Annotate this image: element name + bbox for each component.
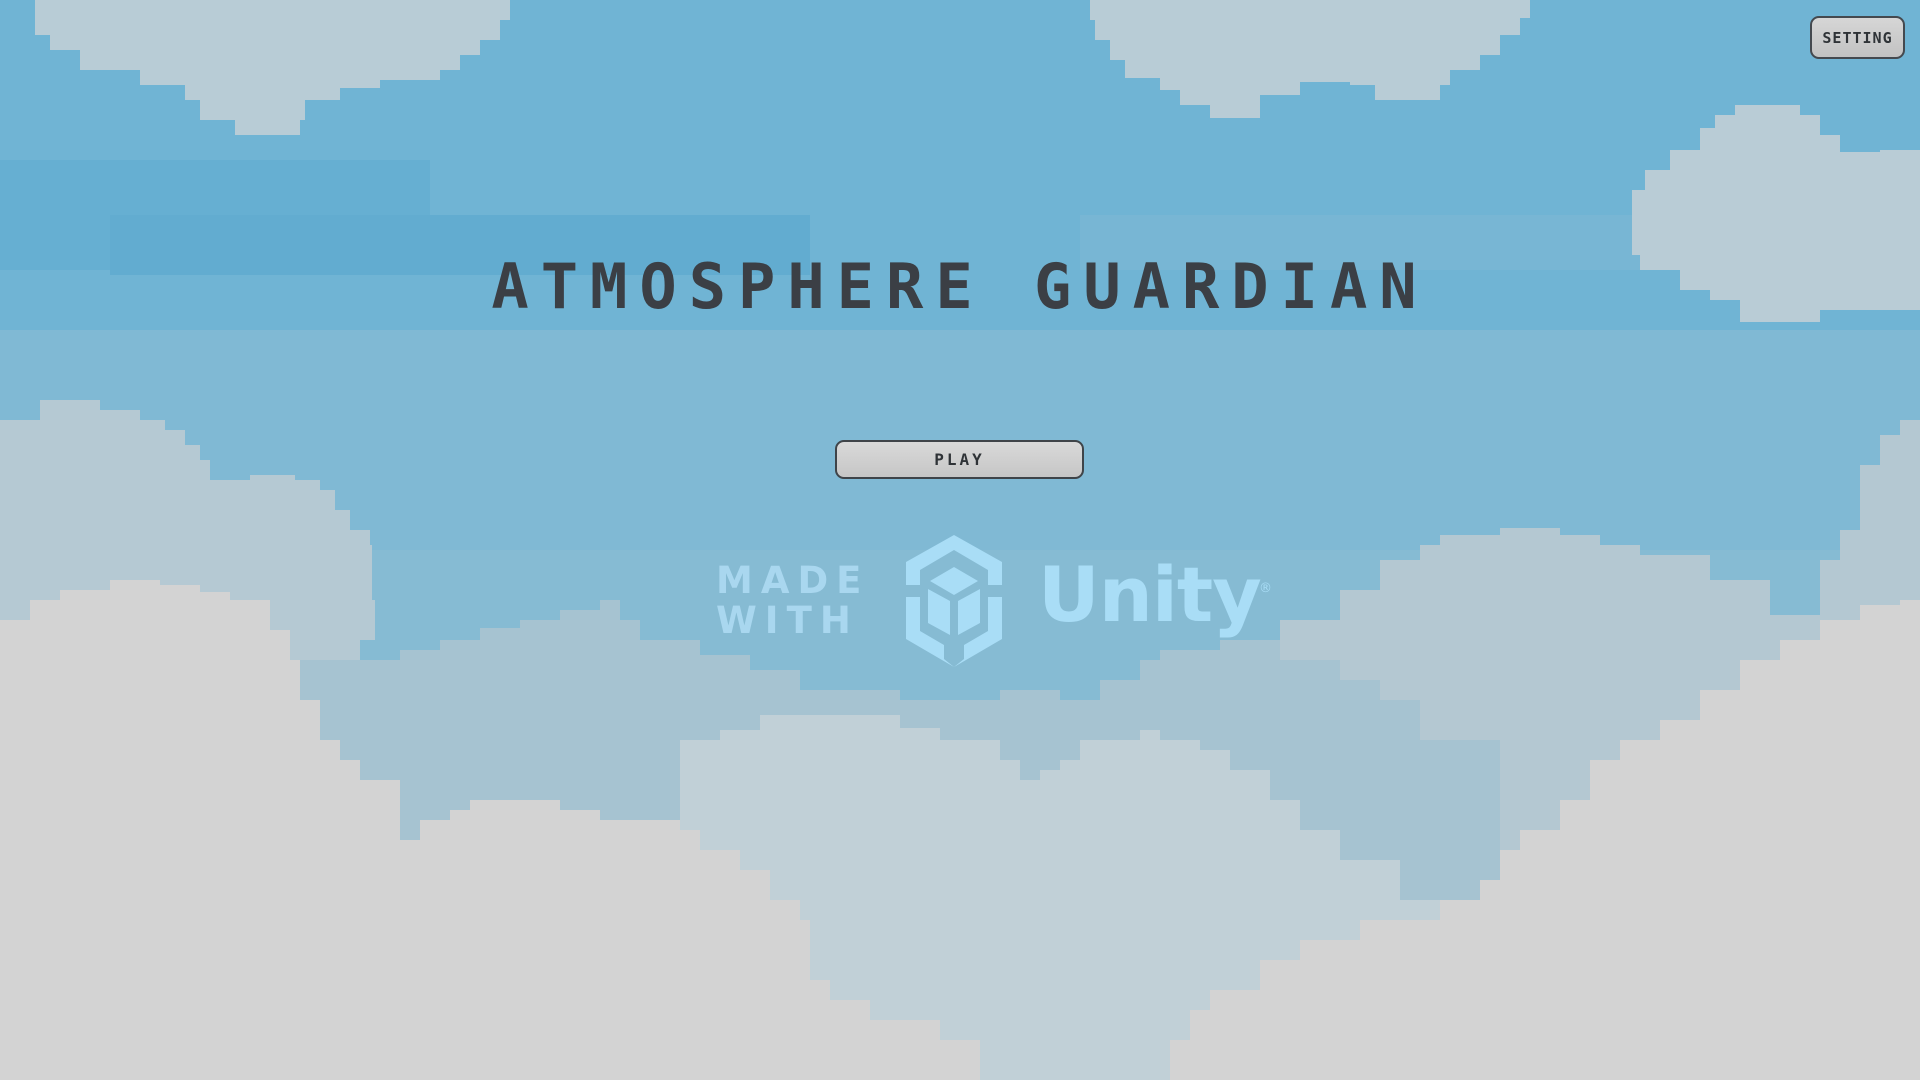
unity-wordmark: Unity [1038,550,1262,639]
unity-cube-icon [906,535,1002,667]
made-with-text: MADE WITH [716,559,870,642]
game-title: ATMOSPHERE GUARDIAN [491,250,1429,323]
made-with-line2: WITH [716,599,859,642]
play-button[interactable]: PLAY [835,440,1084,479]
setting-button[interactable]: SETTING [1810,16,1905,59]
made-with-unity-logo: MADE WITH Unity ® [716,535,1276,670]
made-with-line1: MADE [716,559,870,602]
registered-trademark-icon: ® [1259,581,1272,596]
title-screen: ATMOSPHERE GUARDIAN PLAY SETTING MADE WI… [0,0,1920,1080]
